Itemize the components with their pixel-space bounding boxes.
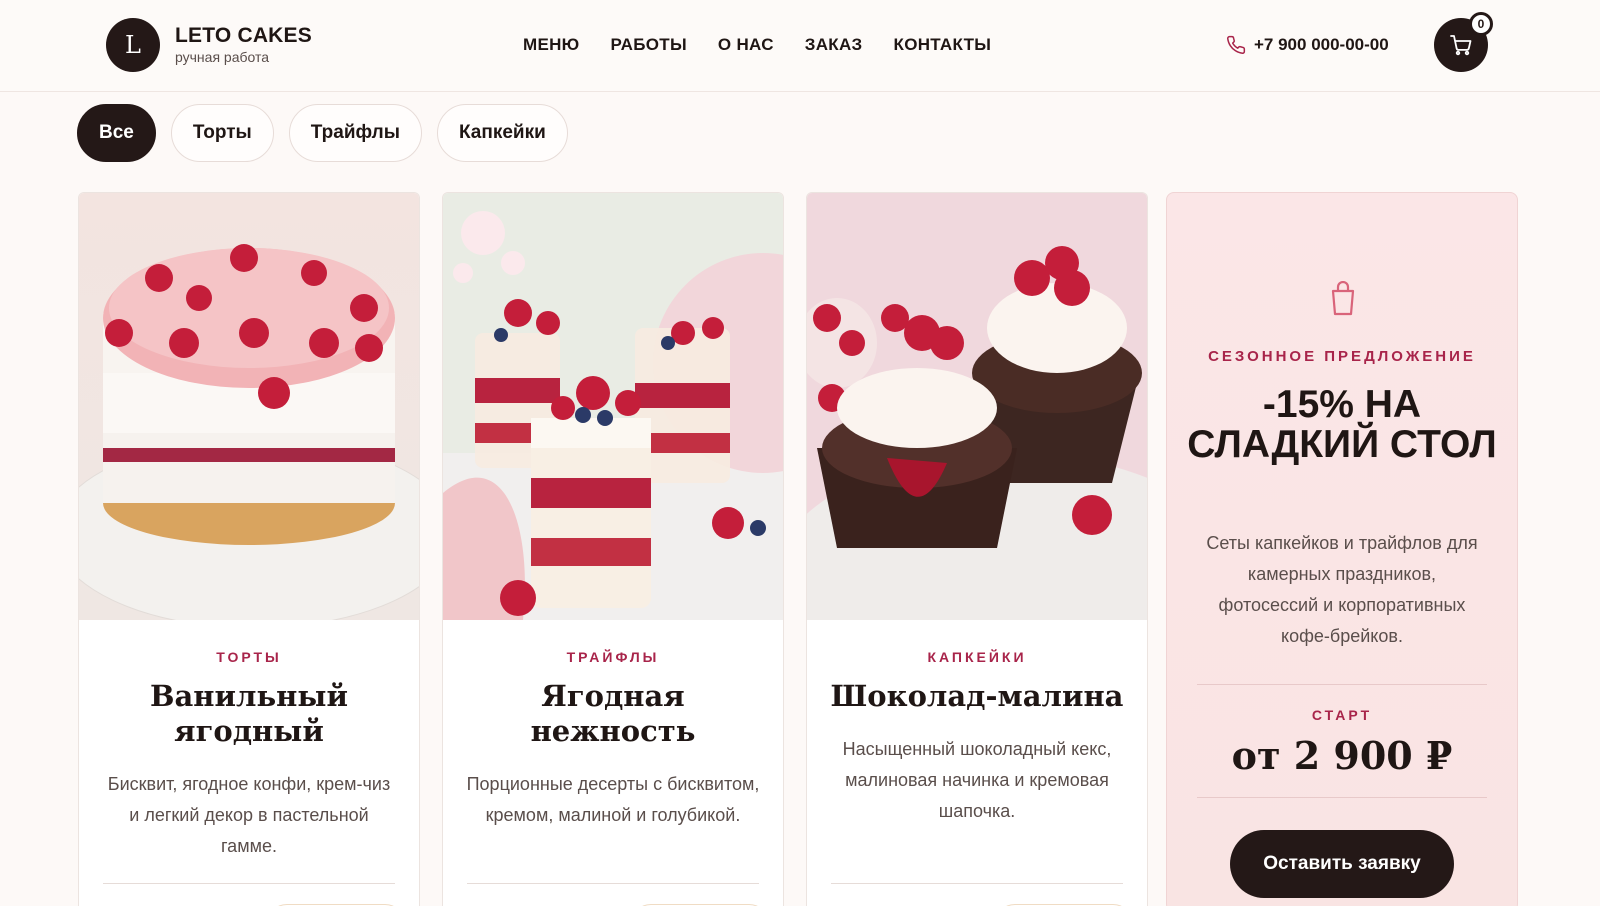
card-title[interactable]: Шоколад-малина bbox=[823, 679, 1131, 714]
cart-icon bbox=[1450, 35, 1472, 56]
request-button[interactable]: Оставить заявку bbox=[1230, 830, 1454, 898]
nav-item-contacts[interactable]: КОНТАКТЫ bbox=[894, 35, 992, 55]
phone-number: +7 900 000-00-00 bbox=[1254, 35, 1389, 54]
cupcake-image bbox=[807, 193, 1147, 620]
shopping-bag-icon bbox=[1331, 281, 1355, 316]
product-card-cake[interactable]: ТОРТЫ Ванильный ягодный Бисквит, ягодное… bbox=[78, 192, 420, 906]
promo-headline: -15% НА СЛАДКИЙ СТОЛ bbox=[1187, 383, 1497, 466]
nav-item-works[interactable]: РАБОТЫ bbox=[611, 35, 687, 55]
product-card-trifle[interactable]: ТРАЙФЛЫ Ягодная нежность Порционные десе… bbox=[442, 192, 784, 906]
promo-eyebrow: СЕЗОННОЕ ПРЕДЛОЖЕНИЕ bbox=[1208, 348, 1476, 365]
main-nav: МЕНЮ РАБОТЫ О НАС ЗАКАЗ КОНТАКТЫ bbox=[523, 35, 991, 55]
nav-item-menu[interactable]: МЕНЮ bbox=[523, 35, 580, 55]
filter-cakes[interactable]: Торты bbox=[170, 104, 274, 162]
promo-price: от 2 900 ₽ bbox=[1231, 733, 1453, 778]
trifle-image bbox=[443, 193, 783, 620]
card-description: Порционные десерты с бисквитом, кремом, … bbox=[466, 774, 760, 825]
seasonal-promo: СЕЗОННОЕ ПРЕДЛОЖЕНИЕ -15% НА СЛАДКИЙ СТО… bbox=[1166, 192, 1518, 906]
phone-icon bbox=[1227, 35, 1246, 54]
card-category: ТОРТЫ bbox=[216, 649, 282, 665]
card-title[interactable]: Ванильный ягодный bbox=[95, 679, 403, 749]
promo-description: Сеты капкейков и трайфлов для камерных п… bbox=[1206, 533, 1478, 646]
promo-start-label: СТАРТ bbox=[1311, 707, 1373, 723]
promo-divider bbox=[1197, 797, 1487, 798]
nav-item-about[interactable]: О НАС bbox=[718, 35, 774, 55]
card-divider bbox=[831, 883, 1123, 884]
filter-trifles[interactable]: Трайфлы bbox=[288, 104, 422, 162]
category-filters: Все Торты Трайфлы Капкейки bbox=[77, 104, 568, 162]
logo-letter: L bbox=[125, 31, 141, 59]
nav-item-order[interactable]: ЗАКАЗ bbox=[805, 35, 863, 55]
cart-count-badge: 0 bbox=[1469, 12, 1493, 36]
card-category: КАПКЕЙКИ bbox=[927, 649, 1027, 665]
card-category: ТРАЙФЛЫ bbox=[566, 649, 660, 665]
logo[interactable]: L bbox=[106, 18, 160, 72]
card-title[interactable]: Ягодная нежность bbox=[459, 679, 767, 749]
brand-tagline: ручная работа bbox=[175, 49, 270, 65]
card-description: Бисквит, ягодное конфи, крем-чиз и легки… bbox=[107, 774, 391, 856]
cake-image bbox=[79, 193, 419, 620]
brand-name[interactable]: LETO CAKES bbox=[175, 24, 312, 48]
card-divider bbox=[467, 883, 759, 884]
card-description: Насыщенный шоколадный кекс, малиновая на… bbox=[842, 739, 1112, 821]
product-card-cupcake[interactable]: КАПКЕЙКИ Шоколад-малина Насыщенный шокол… bbox=[806, 192, 1148, 906]
site-header: L LETO CAKES ручная работа МЕНЮ РАБОТЫ О… bbox=[0, 0, 1600, 92]
promo-divider bbox=[1197, 684, 1487, 685]
card-divider bbox=[103, 883, 395, 884]
filter-all[interactable]: Все bbox=[77, 104, 156, 162]
phone-link[interactable]: +7 900 000-00-00 bbox=[1226, 35, 1389, 55]
filter-cupcakes[interactable]: Капкейки bbox=[436, 104, 568, 162]
